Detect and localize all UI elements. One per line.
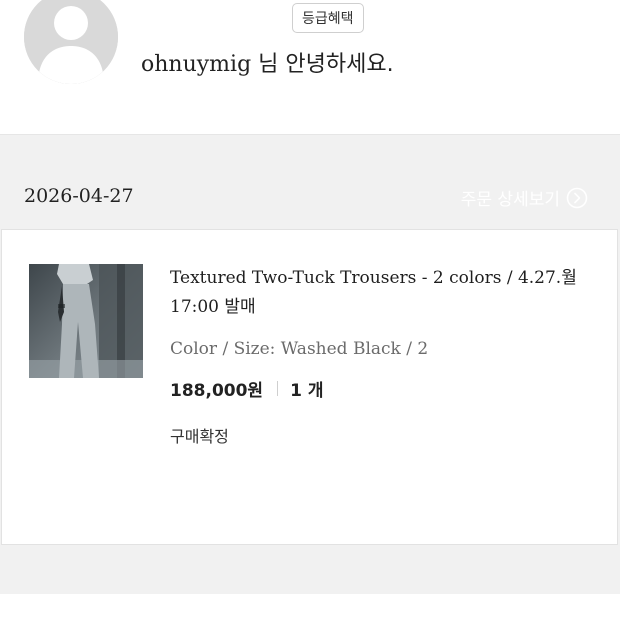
product-option: Color / Size: Washed Black / 2 [170, 339, 429, 359]
bottom-spacer [0, 594, 620, 620]
grade-benefits-button[interactable]: 등급혜택 [292, 3, 364, 33]
product-quantity: 1 개 [290, 381, 324, 401]
product-info: Textured Two-Tuck Trousers - 2 colors / … [170, 264, 600, 447]
greeting-suffix: 님 안녕하세요. [251, 52, 394, 77]
price-quantity-row: 188,000원 1 개 [170, 376, 600, 401]
order-detail-label: 주문 상세보기 [460, 190, 560, 210]
order-date: 2026-04-27 [24, 185, 134, 207]
username: ohnuymig [141, 52, 252, 77]
user-placeholder-icon [24, 0, 118, 84]
product-price: 188,000원 [170, 381, 264, 401]
order-list-section: 2026-04-27 주문 상세보기 Textured Two-Tuck Tro… [0, 134, 620, 595]
greeting-text: ohnuymig 님 안녕하세요. [141, 46, 394, 78]
order-status: 구매확정 [170, 427, 229, 446]
order-item-card: Textured Two-Tuck Trousers - 2 colors / … [1, 229, 618, 545]
order-detail-link[interactable]: 주문 상세보기 [461, 185, 588, 210]
product-name-link[interactable]: Textured Two-Tuck Trousers - 2 colors / … [170, 264, 600, 322]
product-photo [29, 264, 143, 378]
avatar [24, 0, 118, 84]
divider [277, 381, 279, 396]
product-thumbnail[interactable] [29, 264, 143, 378]
profile-header: 등급혜택 ohnuymig 님 안녕하세요. [0, 0, 620, 134]
chevron-right-circle-icon [566, 187, 588, 208]
order-history-page: 등급혜택 ohnuymig 님 안녕하세요. 2026-04-27 주문 상세보… [0, 0, 620, 620]
